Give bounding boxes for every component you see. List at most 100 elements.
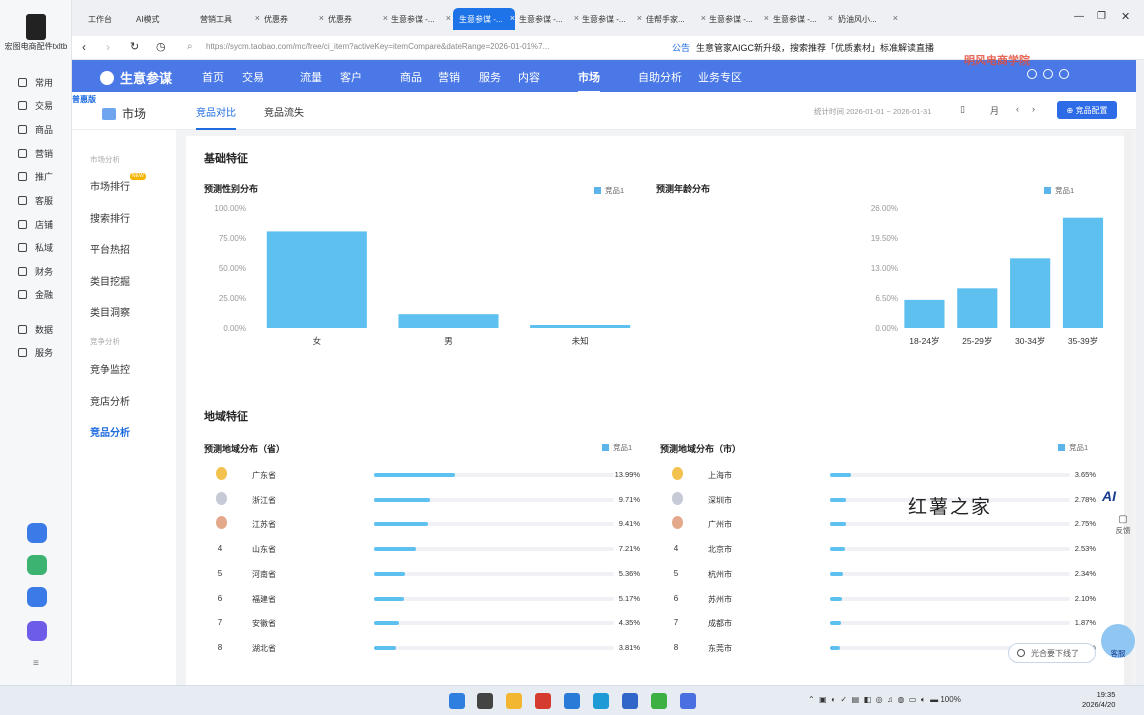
tab-close-icon[interactable]: ×: [255, 13, 260, 23]
reload-icon[interactable]: ↻: [130, 40, 139, 53]
browser-tab-8[interactable]: 生意参谋 -... ×: [582, 8, 642, 30]
rail-item-4[interactable]: 推广: [18, 166, 53, 186]
nav-item-9[interactable]: 自助分析: [638, 69, 682, 85]
system-tray[interactable]: ⌃ ▣ ◐ ✓ ▤ ◧ ◎ ♫ ◍ ▭ 🔈︎ ▬ 100%: [808, 695, 961, 705]
menu-item-market-4[interactable]: 类目洞察: [90, 304, 130, 319]
system-clock[interactable]: 19:35 2026/4/20: [1082, 690, 1115, 710]
bar-2[interactable]: [530, 325, 631, 328]
browser-tab-9[interactable]: 佳帮手家... ×: [646, 8, 706, 30]
tab-close-icon[interactable]: ×: [446, 13, 451, 23]
bar-3[interactable]: [1062, 217, 1104, 328]
wps-icon[interactable]: [535, 693, 551, 709]
rail-item-2[interactable]: 商品: [18, 119, 53, 139]
feedback-button[interactable]: ▢ 反馈: [1110, 514, 1136, 536]
start-icon[interactable]: [449, 693, 465, 709]
tab-close-icon[interactable]: ×: [828, 13, 833, 23]
task-view-icon[interactable]: [477, 693, 493, 709]
browser-tab-5[interactable]: 生意参谋 -... ×: [391, 8, 451, 30]
announcement[interactable]: 公告 生意管家AIGC新升级，搜索推荐「优质素材」标准解读直播: [672, 41, 934, 54]
store-app-icon[interactable]: [564, 693, 580, 709]
browser-tab-4[interactable]: 优惠券 ×: [328, 8, 388, 30]
brand[interactable]: 生意参谋: [100, 68, 172, 87]
nav-item-8[interactable]: 市场: [578, 69, 600, 94]
menu-item-competition-2[interactable]: 竞品分析: [90, 424, 130, 439]
bar-0[interactable]: [904, 299, 945, 328]
nav-item-5[interactable]: 营销: [438, 69, 460, 85]
tab-close-icon[interactable]: ×: [319, 13, 324, 23]
page-scrollbar[interactable]: [1124, 130, 1132, 685]
nav-item-7[interactable]: 内容: [518, 69, 540, 85]
rail-item-11[interactable]: 服务: [18, 342, 53, 362]
help-icon[interactable]: [1059, 69, 1069, 79]
rail-item-9[interactable]: 金融: [18, 284, 53, 304]
news-app-icon[interactable]: [27, 555, 47, 575]
user-app-icon[interactable]: [27, 621, 47, 641]
menu-item-market-1[interactable]: 搜索排行: [90, 210, 130, 225]
nav-item-1[interactable]: 交易: [242, 69, 264, 85]
browser-tab-10[interactable]: 生意参谋 -... ×: [709, 8, 769, 30]
browser-tab-12[interactable]: 奶油风小... ×: [838, 8, 898, 30]
browser-tab-7[interactable]: 生意参谋 -... ×: [519, 8, 579, 30]
edge-icon[interactable]: [593, 693, 609, 709]
bar-0[interactable]: [266, 231, 367, 328]
rail-item-0[interactable]: 常用: [18, 72, 53, 92]
back-icon[interactable]: ‹: [82, 40, 86, 54]
rail-item-3[interactable]: 营销: [18, 143, 53, 163]
ai-assistant-button[interactable]: AI: [1102, 488, 1116, 504]
nav-item-10[interactable]: 业务专区: [698, 69, 742, 85]
menu-item-competition-0[interactable]: 竞争监控: [90, 361, 130, 376]
rail-item-10[interactable]: 数据: [18, 319, 53, 339]
browser-tab-2[interactable]: 营销工具 ×: [200, 8, 260, 30]
menu-item-market-0[interactable]: 市场排行 NEW: [90, 173, 146, 193]
minimize-icon[interactable]: —: [1074, 11, 1084, 22]
history-icon[interactable]: ◷: [156, 40, 166, 53]
tab-close-icon[interactable]: ×: [510, 13, 515, 23]
bar-1[interactable]: [957, 288, 998, 328]
tab-competitor-churn[interactable]: 竞品流失: [264, 104, 304, 119]
next-period-icon[interactable]: ›: [1032, 104, 1035, 114]
browser-tab-3[interactable]: 优惠券 ×: [264, 8, 324, 30]
nav-item-3[interactable]: 客户: [340, 69, 362, 85]
rail-item-7[interactable]: 私域: [18, 237, 53, 257]
rail-item-8[interactable]: 财务: [18, 261, 53, 281]
nav-item-6[interactable]: 服务: [479, 69, 501, 85]
notice-icon[interactable]: [1043, 69, 1053, 79]
browser-tab-1[interactable]: AI模式: [136, 8, 192, 30]
chat-taskbar-icon[interactable]: [680, 693, 696, 709]
rail-item-6[interactable]: 店铺: [18, 214, 53, 234]
menu-item-competition-1[interactable]: 竞店分析: [90, 393, 130, 408]
tab-close-icon[interactable]: ×: [701, 13, 706, 23]
menu-item-market-2[interactable]: 平台热招: [90, 241, 130, 256]
tab-close-icon[interactable]: ×: [574, 13, 579, 23]
qianniu-icon[interactable]: [622, 693, 638, 709]
chat-app-icon[interactable]: [27, 587, 47, 607]
assistant-search-input[interactable]: 光合要下线了: [1008, 643, 1096, 663]
calendar-app-icon[interactable]: [27, 523, 47, 543]
nav-item-0[interactable]: 首页: [202, 69, 224, 85]
competitor-config-button[interactable]: ⊕ 竞品配置: [1057, 101, 1117, 119]
period-select[interactable]: 月: [990, 104, 999, 117]
prev-period-icon[interactable]: ‹: [1016, 104, 1019, 114]
bar-2[interactable]: [1010, 258, 1051, 328]
rail-item-1[interactable]: 交易: [18, 95, 53, 115]
file-explorer-icon[interactable]: [506, 693, 522, 709]
tab-close-icon[interactable]: ×: [637, 13, 642, 23]
store-logo[interactable]: [26, 14, 46, 40]
tab-competitor-compare[interactable]: 竞品对比: [196, 104, 236, 130]
browser-tab-11[interactable]: 生意参谋 -... ×: [773, 8, 833, 30]
close-window-icon[interactable]: ✕: [1121, 10, 1130, 23]
menu-icon[interactable]: ≡: [33, 658, 39, 669]
rail-item-5[interactable]: 客服: [18, 190, 53, 210]
tab-close-icon[interactable]: ×: [383, 13, 388, 23]
message-icon[interactable]: [1027, 69, 1037, 79]
calendar-icon[interactable]: ▯: [960, 104, 965, 115]
tab-close-icon[interactable]: ×: [893, 13, 898, 23]
bar-1[interactable]: [398, 314, 499, 328]
url-field[interactable]: https://sycm.taobao.com/mc/free/ci_item?…: [206, 42, 549, 51]
menu-item-market-3[interactable]: 类目挖掘: [90, 273, 130, 288]
nav-item-2[interactable]: 流量: [300, 69, 322, 85]
browser-tab-6[interactable]: 生意参谋 -... ×: [453, 8, 515, 30]
browser-tab-0[interactable]: 工作台: [88, 8, 132, 30]
restore-icon[interactable]: ❐: [1097, 11, 1106, 22]
forward-icon[interactable]: ›: [106, 40, 110, 54]
